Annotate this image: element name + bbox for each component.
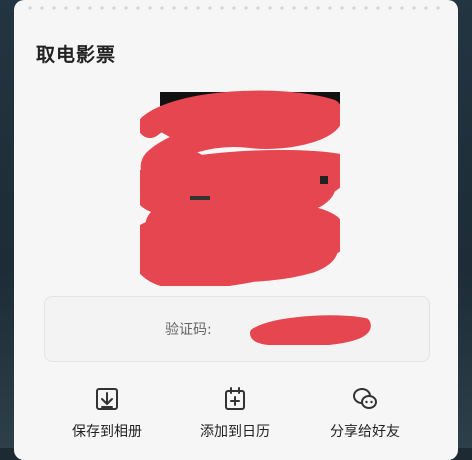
calendar-add-icon (225, 387, 245, 410)
ticket-perforation (24, 6, 448, 10)
save-to-album-button[interactable]: 保存到相册 (52, 385, 162, 441)
share-chat-icon (353, 388, 377, 409)
save-to-album-label: 保存到相册 (72, 424, 142, 440)
add-to-calendar-button[interactable]: 添加到日历 (180, 385, 290, 441)
page-title: 取电影票 (36, 44, 117, 66)
verification-code-redacted (250, 315, 371, 345)
qr-code-redacted (133, 86, 352, 290)
share-to-friend-button[interactable]: 分享给好友 (310, 385, 420, 441)
download-icon (96, 388, 118, 410)
verification-code-label: 验证码: (165, 322, 212, 338)
share-to-friend-label: 分享给好友 (330, 424, 400, 440)
ticket-actions: 保存到相册 添加到日历 分享给好友 (14, 385, 458, 448)
add-to-calendar-label: 添加到日历 (200, 424, 270, 440)
redaction-scribble (133, 90, 352, 290)
verification-code-box: 验证码: (44, 296, 430, 362)
